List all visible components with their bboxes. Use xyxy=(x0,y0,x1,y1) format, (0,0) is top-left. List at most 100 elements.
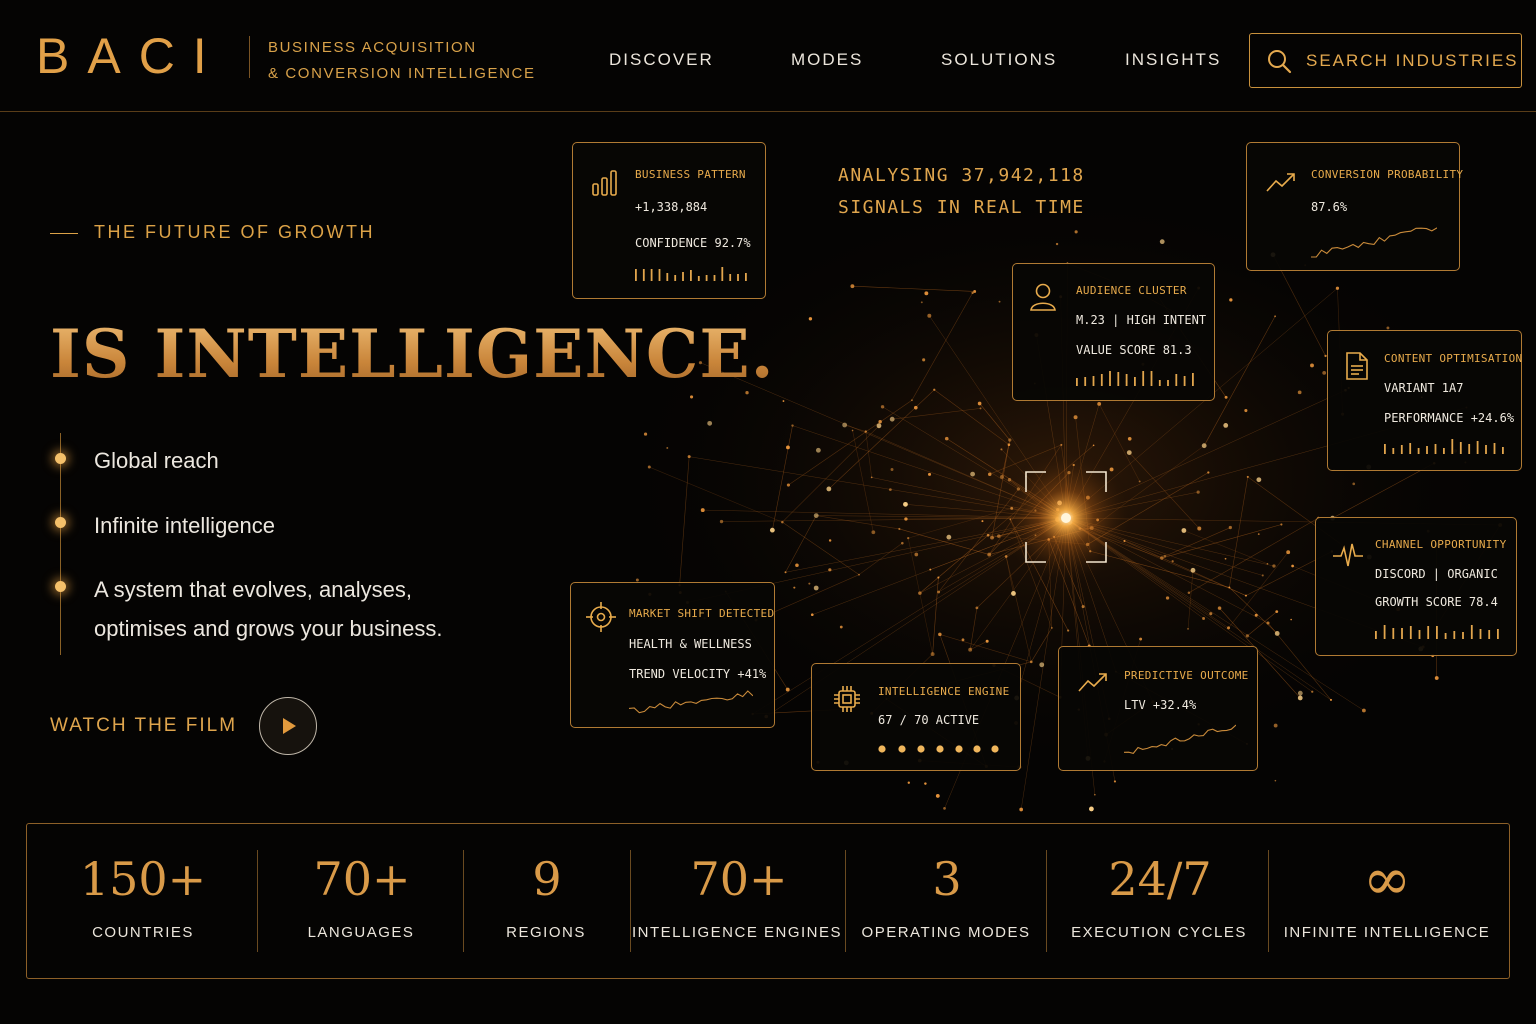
network-node xyxy=(970,471,976,477)
meter-bar xyxy=(642,269,645,281)
meter-bar xyxy=(1434,444,1437,454)
network-node xyxy=(1229,298,1233,302)
kicker-dash xyxy=(50,232,78,234)
signals-readout: ANALYSING 37,942,118 SIGNALS IN REAL TIM… xyxy=(838,160,1085,224)
engine-status-dots xyxy=(878,745,999,753)
network-node xyxy=(971,291,974,295)
network-node xyxy=(795,563,799,568)
nav-insights[interactable]: INSIGHTS xyxy=(1125,48,1221,72)
play-film-button[interactable] xyxy=(259,697,317,755)
network-node xyxy=(1297,695,1303,701)
network-node xyxy=(1297,390,1302,395)
watch-the-film-link[interactable]: WATCH THE FILM xyxy=(50,714,237,738)
card-business-pattern[interactable]: BUSINESS PATTERN +1,338,884 CONFIDENCE 9… xyxy=(572,142,766,299)
tagline-line-1: BUSINESS ACQUISITION xyxy=(268,39,477,56)
card-audience-cluster[interactable]: AUDIENCE CLUSTER M.23 | HIGH INTENT VALU… xyxy=(1012,263,1215,401)
network-node xyxy=(851,429,854,432)
card-value: VALUE SCORE 81.3 xyxy=(1076,343,1192,357)
meter-bar xyxy=(1400,445,1403,454)
network-node xyxy=(1067,629,1070,632)
stat-countries-value: 150+ xyxy=(79,852,207,906)
network-node xyxy=(1127,436,1132,441)
card-conversion-probability[interactable]: CONVERSION PROBABILITY 87.6% xyxy=(1246,142,1463,271)
stat-modes-label: OPERATING MODES xyxy=(861,924,1031,941)
meter-bar xyxy=(1134,377,1136,386)
meter-bar xyxy=(1426,446,1428,454)
network-node xyxy=(933,388,936,391)
meter-bar xyxy=(1125,374,1128,386)
network-node xyxy=(1224,395,1228,399)
network-node xyxy=(1092,444,1095,447)
network-node xyxy=(828,539,832,542)
meter-bar xyxy=(1476,441,1479,454)
network-node xyxy=(1171,560,1174,563)
card-market-shift-detected[interactable]: MARKET SHIFT DETECTED HEALTH & WELLNESS … xyxy=(570,582,775,728)
top-navigation-bar: BACI BUSINESS ACQUISITION & CONVERSION I… xyxy=(0,0,1536,112)
card-title: CHANNEL OPPORTUNITY xyxy=(1375,538,1507,551)
meter-bar xyxy=(745,273,747,281)
network-node xyxy=(870,476,873,479)
network-node xyxy=(1224,557,1227,560)
stat-divider xyxy=(630,850,631,952)
meter-bar xyxy=(1497,629,1499,639)
network-node xyxy=(987,552,992,557)
network-node xyxy=(1434,676,1439,680)
network-node xyxy=(1274,779,1277,782)
meter-bar xyxy=(1488,630,1491,639)
network-node xyxy=(922,358,926,362)
network-node xyxy=(924,291,929,296)
network-node xyxy=(647,465,651,469)
network-node xyxy=(1228,525,1232,530)
meter-bar xyxy=(1493,443,1496,454)
meter-bar xyxy=(1468,444,1471,454)
network-node xyxy=(901,541,904,545)
network-node xyxy=(944,436,949,441)
card-predictive-outcome[interactable]: PREDICTIVE OUTCOME LTV +32.4% xyxy=(1058,646,1258,771)
network-node xyxy=(986,533,990,537)
search-industries-button[interactable]: SEARCH INDUSTRIES xyxy=(1249,33,1522,88)
card-intelligence-engine[interactable]: INTELLIGENCE ENGINE 67 / 70 ACTIVE xyxy=(811,663,1021,771)
card-value: +1,338,884 xyxy=(635,200,708,214)
nav-discover[interactable]: DISCOVER xyxy=(609,48,714,72)
stat-cycles-value: 24/7 xyxy=(1108,852,1212,906)
card-value: DISCORD | ORGANIC xyxy=(1375,567,1498,581)
network-node xyxy=(1257,533,1260,535)
nav-modes[interactable]: MODES xyxy=(791,48,863,72)
network-node xyxy=(1311,690,1314,693)
network-node xyxy=(871,530,876,535)
meter-bar xyxy=(705,275,708,281)
network-node xyxy=(938,632,942,637)
baci-logo[interactable]: BACI xyxy=(36,28,225,84)
card-channel-opportunity[interactable]: CHANNEL OPPORTUNITY DISCORD | ORGANIC GR… xyxy=(1315,517,1517,656)
nav-solutions[interactable]: SOLUTIONS xyxy=(941,48,1057,72)
network-node xyxy=(1297,690,1303,696)
meter-bar xyxy=(1175,374,1178,386)
network-node xyxy=(1254,613,1258,617)
card-value: CONFIDENCE 92.7% xyxy=(635,236,751,250)
hero-kicker: THE FUTURE OF GROWTH xyxy=(50,220,375,244)
network-node xyxy=(707,420,713,426)
meter-bar xyxy=(721,267,724,281)
card-content-optimisation[interactable]: CONTENT OPTIMISATION VARIANT 1A7 PERFORM… xyxy=(1327,330,1522,471)
meter-bar xyxy=(729,274,732,281)
network-node xyxy=(1335,286,1340,290)
network-node xyxy=(975,606,979,610)
meter-bar xyxy=(1502,447,1504,454)
network-node xyxy=(1244,408,1248,413)
network-node xyxy=(1244,594,1247,597)
card-value: 87.6% xyxy=(1311,200,1348,214)
card-sparkline xyxy=(1311,227,1437,258)
network-node xyxy=(1207,471,1210,474)
network-node xyxy=(937,590,941,594)
chip-icon xyxy=(834,686,860,712)
stat-infinity-label: INFINITE INTELLIGENCE xyxy=(1283,924,1491,941)
network-node xyxy=(1275,610,1279,614)
meter-bar xyxy=(1470,625,1473,639)
network-node xyxy=(687,455,691,459)
network-node xyxy=(935,794,940,798)
network-node xyxy=(858,573,860,576)
card-value: VARIANT 1A7 xyxy=(1384,381,1464,395)
network-node xyxy=(930,652,935,657)
network-node xyxy=(1201,443,1207,449)
network-node xyxy=(643,432,648,436)
